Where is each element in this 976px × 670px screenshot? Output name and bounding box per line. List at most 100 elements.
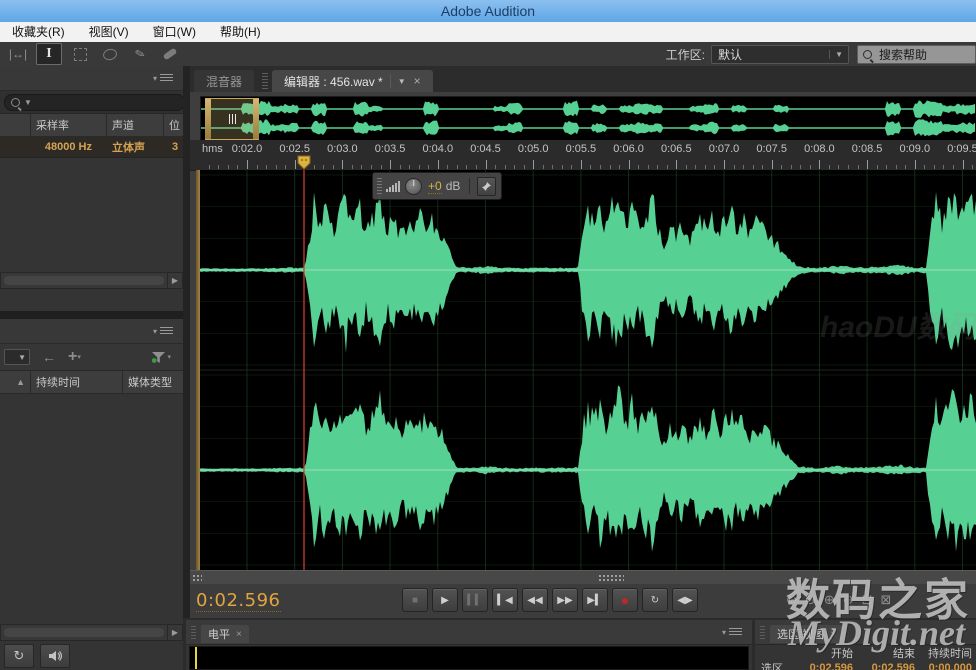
gain-knob[interactable] <box>405 178 422 195</box>
files-horizontal-scrollbar[interactable]: ▶ <box>0 272 183 289</box>
hud-drag-grip[interactable] <box>377 178 382 194</box>
ruler-time-label: 0:03.0 <box>327 143 358 155</box>
ruler-minor-tick <box>638 165 639 169</box>
tab-mixer[interactable]: 混音器 <box>194 70 254 92</box>
gain-value[interactable]: +0 <box>428 179 442 194</box>
close-icon[interactable]: × <box>414 74 421 88</box>
scroll-right-icon[interactable]: ▶ <box>167 273 182 288</box>
sort-ascending-icon[interactable]: ▲ <box>0 371 30 393</box>
back-arrow-icon[interactable]: ← <box>42 349 56 365</box>
skip-to-start-button[interactable]: ▍◀ <box>492 588 518 612</box>
files-filter-input[interactable] <box>32 95 178 109</box>
pause-button[interactable]: ▍▍ <box>462 588 488 612</box>
panel-grip[interactable] <box>760 625 765 639</box>
time-selection-tool-button[interactable]: I <box>36 43 62 65</box>
ruler-minor-tick <box>323 165 324 169</box>
panel-menu-icon[interactable]: ▾ <box>153 74 173 83</box>
files-col-channels[interactable]: 声道 <box>106 114 163 136</box>
ibeam-icon: I <box>46 46 51 62</box>
ruler-time-label: 0:06.0 <box>613 143 644 155</box>
menu-favorites[interactable]: 收藏夹(R) <box>0 22 77 42</box>
help-search-input[interactable] <box>877 46 965 62</box>
selection-end-value[interactable]: 0:02.596 <box>857 662 919 670</box>
tab-levels[interactable]: 电平 × <box>201 625 249 643</box>
media-view-dropdown[interactable]: ▼ <box>4 349 30 365</box>
filter-funnel-icon[interactable]: ▾ <box>151 351 171 364</box>
files-col-sample-rate[interactable]: 采样率 <box>30 114 106 136</box>
skip-selection-button[interactable]: ◀▶ <box>672 588 698 612</box>
time-display[interactable]: 0:02.596 <box>196 590 281 612</box>
selection-duration-value[interactable]: 0:00.000 <box>919 662 976 670</box>
media-col-duration[interactable]: 持续时间 <box>30 371 122 393</box>
stop-button[interactable]: ■ <box>402 588 428 612</box>
view-range-right-handle[interactable] <box>253 99 259 139</box>
help-search-box[interactable] <box>857 45 976 64</box>
menu-window[interactable]: 窗口(W) <box>141 22 208 42</box>
panel-splitter[interactable] <box>0 311 183 319</box>
workspace-dropdown[interactable]: 默认 ▼ <box>711 45 849 64</box>
scroll-right-icon[interactable]: ▶ <box>167 625 182 640</box>
panel-grip[interactable] <box>191 625 196 639</box>
menu-help[interactable]: 帮助(H) <box>208 22 273 42</box>
loop-preview-button[interactable]: ↻ <box>4 644 34 668</box>
chevron-down-icon[interactable]: ▼ <box>398 77 406 86</box>
ruler-time-label: 0:08.5 <box>852 143 883 155</box>
waveform-overview-strip[interactable] <box>200 96 976 142</box>
file-channels: 立体声 <box>106 137 163 157</box>
tab-grip[interactable] <box>262 73 268 89</box>
ruler-major-tick <box>676 160 677 169</box>
overview-view-range-box[interactable] <box>205 98 259 140</box>
loop-playback-button[interactable]: ↻ <box>642 588 668 612</box>
file-row[interactable]: 48000 Hz 立体声 3 <box>0 137 183 158</box>
waveform-svg <box>200 170 976 570</box>
add-icon[interactable]: +▾ <box>68 348 81 366</box>
move-tool-button[interactable]: |↔| <box>6 44 30 64</box>
hud-pin-button[interactable] <box>477 177 496 196</box>
close-icon[interactable]: × <box>236 629 242 640</box>
selection-row: 选区 0:02.596 0:02.596 0:00.000 <box>755 660 976 670</box>
ruler-minor-tick <box>934 165 935 169</box>
fast-forward-button[interactable]: ▶▶ <box>552 588 578 612</box>
ruler-time-label: 0:08.0 <box>804 143 835 155</box>
ruler-minor-tick <box>524 165 525 169</box>
scrollbar-thumb[interactable] <box>4 628 164 637</box>
panel-menu-icon[interactable]: ▾ <box>153 327 173 336</box>
ruler-minor-tick <box>552 165 553 169</box>
ruler-minor-tick <box>848 165 849 169</box>
ruler-minor-tick <box>695 165 696 169</box>
files-filter-box[interactable]: ▼ <box>4 94 185 111</box>
panel-menu-icon[interactable]: ▾ <box>722 628 742 637</box>
record-button[interactable]: ● <box>612 588 638 612</box>
menu-view[interactable]: 视图(V) <box>77 22 141 42</box>
play-button[interactable]: ▶ <box>432 588 458 612</box>
view-range-grip[interactable] <box>211 114 253 124</box>
scrollbar-thumb[interactable] <box>4 276 164 285</box>
playhead-marker-icon[interactable] <box>296 155 312 170</box>
spot-healing-brush-tool-button[interactable] <box>158 44 182 64</box>
ruler-minor-tick <box>457 165 458 169</box>
scrollbar-grip[interactable] <box>598 574 624 582</box>
tab-editor[interactable]: 编辑器 : 456.wav * ▼ × <box>272 70 433 92</box>
lasso-selection-tool-button[interactable] <box>98 44 122 64</box>
skip-to-end-button[interactable]: ▶▍ <box>582 588 608 612</box>
scrollbar-grip[interactable] <box>192 574 202 582</box>
files-col-bits[interactable]: 位 <box>163 114 183 136</box>
tools-toolbar: |↔| I ✎ 工作区: 默认 ▼ <box>0 42 976 67</box>
paintbrush-tool-button[interactable]: ✎ <box>128 44 152 64</box>
ruler-minor-tick <box>209 165 210 169</box>
rewind-button[interactable]: ◀◀ <box>522 588 548 612</box>
ruler-minor-tick <box>829 165 830 169</box>
media-horizontal-scrollbar[interactable]: ▶ <box>0 624 183 641</box>
ruler-minor-tick <box>743 165 744 169</box>
ruler-time-label: 0:04.5 <box>470 143 501 155</box>
selection-start-value[interactable]: 0:02.596 <box>795 662 857 670</box>
auto-play-button[interactable] <box>40 644 70 668</box>
waveform-display[interactable] <box>200 170 976 570</box>
files-list-empty-area <box>0 158 183 272</box>
play-icon: ▶ <box>441 595 449 606</box>
media-col-type[interactable]: 媒体类型 <box>122 371 183 393</box>
panel-splitter[interactable] <box>183 66 190 670</box>
ruler-minor-tick <box>361 165 362 169</box>
volume-hud[interactable]: +0 dB <box>372 172 502 200</box>
marquee-selection-tool-button[interactable] <box>68 44 92 64</box>
